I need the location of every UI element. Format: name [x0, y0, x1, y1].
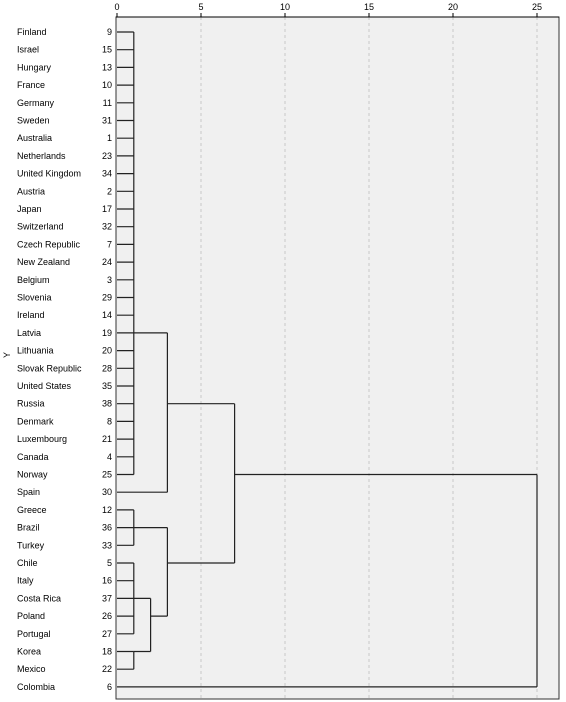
- leaf-id: 38: [102, 399, 112, 409]
- x-tick-label: 15: [364, 2, 374, 12]
- leaf-id: 7: [107, 239, 112, 249]
- leaf-id: 36: [102, 523, 112, 533]
- leaf-label: Italy: [17, 576, 34, 586]
- leaf-label: Finland: [17, 27, 47, 37]
- leaf-id: 21: [102, 434, 112, 444]
- leaf-label: United States: [17, 381, 72, 391]
- leaf-id: 32: [102, 222, 112, 232]
- leaf-label: Ireland: [17, 310, 45, 320]
- leaf-id: 8: [107, 416, 112, 426]
- leaf-id: 34: [102, 169, 112, 179]
- leaf-label: New Zealand: [17, 257, 70, 267]
- dendrogram-chart: 0 5 10 15 20 25YFinland 9Israel 15Hungary 13Fran…: [2, 2, 560, 700]
- leaf-label: Norway: [17, 470, 48, 480]
- leaf-id: 12: [102, 505, 112, 515]
- leaf-id: 9: [107, 27, 112, 37]
- leaf-label: Spain: [17, 487, 40, 497]
- leaf-label: Chile: [17, 558, 38, 568]
- leaf-id: 24: [102, 257, 112, 267]
- leaf-label: Australia: [17, 133, 52, 143]
- leaf-id: 17: [102, 204, 112, 214]
- leaf-id: 20: [102, 346, 112, 356]
- leaf-label: Colombia: [17, 682, 55, 692]
- leaf-id: 31: [102, 116, 112, 126]
- leaf-id: 19: [102, 328, 112, 338]
- leaf-label: United Kingdom: [17, 169, 81, 179]
- x-tick-label: 25: [532, 2, 542, 12]
- x-tick-label: 10: [280, 2, 290, 12]
- leaf-label: Poland: [17, 611, 45, 621]
- leaf-id: 33: [102, 540, 112, 550]
- leaf-id: 37: [102, 593, 112, 603]
- plot-area: [115, 16, 560, 700]
- leaf-label: Canada: [17, 452, 49, 462]
- leaf-label: Turkey: [17, 540, 45, 550]
- x-tick-label: 5: [198, 2, 203, 12]
- leaf-label: Netherlands: [17, 151, 66, 161]
- leaf-label: Mexico: [17, 664, 46, 674]
- leaf-id: 14: [102, 310, 112, 320]
- leaf-id: 2: [107, 186, 112, 196]
- leaf-id: 35: [102, 381, 112, 391]
- leaf-id: 6: [107, 682, 112, 692]
- leaf-id: 4: [107, 452, 112, 462]
- leaf-id: 13: [102, 62, 112, 72]
- leaf-label: Portugal: [17, 629, 51, 639]
- leaf-id: 26: [102, 611, 112, 621]
- leaf-id: 16: [102, 576, 112, 586]
- leaf-label: Korea: [17, 647, 41, 657]
- leaf-id: 29: [102, 293, 112, 303]
- leaf-id: 11: [103, 98, 112, 108]
- x-tick-label: 20: [448, 2, 458, 12]
- leaf-label: Hungary: [17, 62, 52, 72]
- leaf-label: Slovak Republic: [17, 363, 82, 373]
- leaf-id: 25: [102, 470, 112, 480]
- leaf-id: 15: [102, 45, 112, 55]
- leaf-label: Switzerland: [17, 222, 64, 232]
- leaf-label: Germany: [17, 98, 55, 108]
- leaf-label: Denmark: [17, 416, 54, 426]
- leaf-label: Slovenia: [17, 293, 52, 303]
- leaf-id: 3: [107, 275, 112, 285]
- leaf-id: 18: [102, 647, 112, 657]
- leaf-id: 23: [102, 151, 112, 161]
- x-tick-label: 0: [114, 2, 119, 12]
- leaf-label: Austria: [17, 186, 45, 196]
- leaf-label: Latvia: [17, 328, 41, 338]
- leaf-label: Luxembourg: [17, 434, 67, 444]
- leaf-id: 10: [102, 80, 112, 90]
- leaf-label: Israel: [17, 45, 39, 55]
- leaf-label: Brazil: [17, 523, 40, 533]
- leaf-label: Japan: [17, 204, 42, 214]
- leaf-label: France: [17, 80, 45, 90]
- y-axis-label: Y: [2, 352, 12, 358]
- leaf-id: 30: [102, 487, 112, 497]
- leaf-id: 1: [107, 133, 112, 143]
- leaf-label: Sweden: [17, 116, 50, 126]
- leaf-label: Lithuania: [17, 346, 54, 356]
- leaf-label: Costa Rica: [17, 593, 61, 603]
- leaf-label: Czech Republic: [17, 239, 81, 249]
- leaf-id: 22: [102, 664, 112, 674]
- leaf-id: 27: [102, 629, 112, 639]
- leaf-label: Belgium: [17, 275, 50, 285]
- leaf-label: Greece: [17, 505, 47, 515]
- leaf-id: 5: [107, 558, 112, 568]
- leaf-label: Russia: [17, 399, 45, 409]
- leaf-id: 28: [102, 363, 112, 373]
